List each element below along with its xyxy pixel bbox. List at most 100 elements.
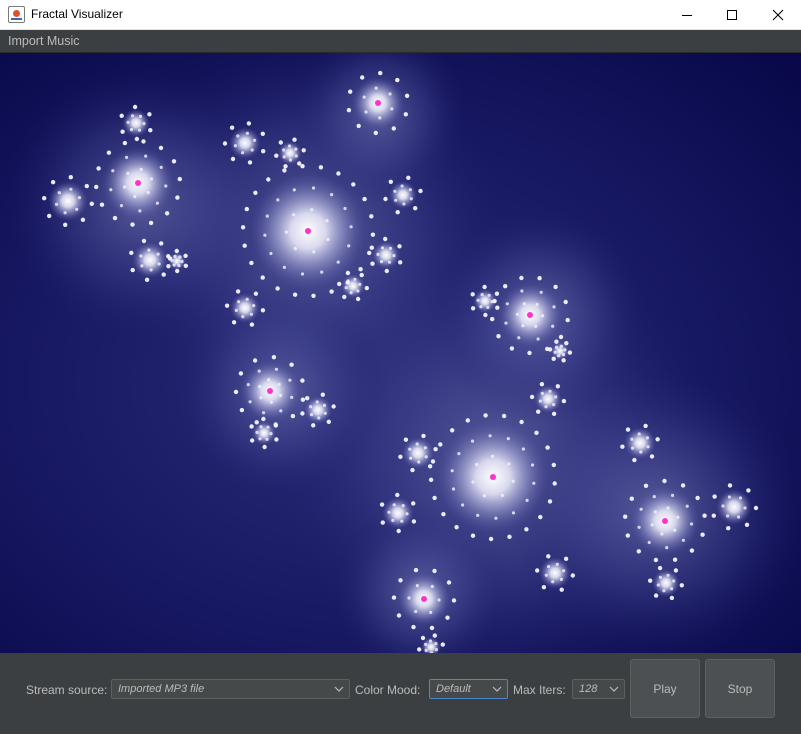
fractal-dot bbox=[511, 479, 515, 483]
fractal-dot bbox=[689, 522, 694, 526]
fractal-dot bbox=[312, 250, 316, 254]
max-iters-label: Max Iters: bbox=[513, 683, 566, 697]
fractal-dot bbox=[665, 546, 669, 550]
fractal-dot bbox=[545, 445, 550, 450]
fractal-dot bbox=[347, 244, 351, 248]
fractal-dot bbox=[470, 533, 476, 538]
fractal-dot bbox=[158, 145, 164, 151]
fractal-dot bbox=[392, 254, 396, 258]
fractal-dot bbox=[120, 129, 125, 134]
fractal-dot bbox=[417, 460, 421, 464]
fractal-dot bbox=[440, 642, 445, 647]
fractal-dot bbox=[685, 504, 689, 508]
fractal-dot bbox=[249, 312, 253, 316]
color-mood-select[interactable]: Default bbox=[429, 679, 508, 699]
fractal-dot bbox=[263, 233, 267, 237]
fractal-dot bbox=[80, 217, 86, 222]
fractal-dot bbox=[429, 625, 435, 631]
fractal-dot bbox=[148, 220, 154, 226]
fractal-dot bbox=[653, 593, 659, 598]
fractal-dot bbox=[519, 419, 524, 425]
fractal-dot bbox=[177, 264, 181, 268]
fractal-dot bbox=[69, 187, 73, 191]
fractal-dot bbox=[278, 393, 282, 398]
fractal-dot bbox=[438, 442, 443, 447]
fractal-dot bbox=[249, 322, 255, 327]
fractal-dot bbox=[284, 230, 288, 234]
fractal-dot bbox=[157, 262, 161, 266]
chevron-down-icon bbox=[609, 686, 619, 692]
fractal-dot bbox=[330, 193, 334, 197]
minimize-button[interactable] bbox=[664, 0, 710, 29]
fractal-dot bbox=[260, 308, 266, 313]
fractal-dot bbox=[636, 549, 641, 554]
fractal-core bbox=[135, 180, 141, 186]
max-iters-select[interactable]: 128 bbox=[572, 679, 625, 699]
fractal-dot bbox=[432, 633, 437, 638]
fractal-dot bbox=[645, 436, 650, 440]
fractal-dot bbox=[398, 578, 403, 583]
fractal-dot bbox=[630, 437, 634, 441]
fractal-dot bbox=[282, 155, 286, 159]
fractal-dot bbox=[133, 195, 137, 199]
fractal-dot bbox=[441, 512, 446, 517]
fractal-dot bbox=[643, 483, 649, 488]
fractal-dot bbox=[288, 378, 292, 382]
fractal-glow bbox=[716, 489, 752, 525]
close-button[interactable] bbox=[755, 0, 801, 29]
fractal-dot bbox=[646, 445, 650, 449]
fractal-dot bbox=[408, 447, 412, 451]
fractal-dot bbox=[265, 214, 269, 218]
fractal-dot bbox=[551, 462, 556, 468]
fractal-dot bbox=[364, 110, 368, 114]
fractal-dot bbox=[643, 423, 648, 429]
fractal-dot bbox=[430, 459, 436, 464]
close-icon bbox=[772, 9, 784, 20]
fractal-dot bbox=[414, 609, 418, 614]
fractal-dot bbox=[170, 258, 174, 263]
fractal-dot bbox=[670, 587, 674, 591]
fractal-dot bbox=[639, 507, 643, 511]
chevron-down-icon bbox=[492, 686, 502, 692]
control-panel: Stream source: Imported MP3 file Color M… bbox=[0, 653, 801, 734]
fractal-dot bbox=[130, 267, 135, 273]
fractal-dot bbox=[567, 350, 573, 355]
maximize-button[interactable] bbox=[709, 0, 755, 29]
fractal-dot bbox=[421, 433, 426, 439]
fractal-dot bbox=[109, 188, 113, 192]
maximize-icon bbox=[727, 9, 737, 20]
fractal-dot bbox=[551, 356, 556, 361]
fractal-dot bbox=[433, 447, 438, 452]
fractal-dot bbox=[547, 347, 553, 352]
fractal-dot bbox=[496, 334, 501, 339]
fractal-dot bbox=[267, 378, 271, 382]
fractal-dot bbox=[139, 167, 143, 171]
fractal-dot bbox=[505, 302, 509, 306]
fractal-dot bbox=[553, 350, 557, 354]
fractal-dot bbox=[672, 557, 678, 562]
fractal-dot bbox=[254, 420, 259, 425]
fractal-dot bbox=[554, 345, 559, 349]
fractal-dot bbox=[561, 398, 567, 404]
fractal-dot bbox=[309, 413, 314, 417]
fractal-dot bbox=[119, 113, 124, 118]
menu-import-music[interactable]: Import Music bbox=[8, 34, 80, 48]
fractal-dot bbox=[408, 188, 412, 192]
stop-button[interactable]: Stop bbox=[705, 659, 775, 718]
fractal-dot bbox=[546, 554, 551, 559]
fractal-dot bbox=[290, 395, 294, 399]
stream-source-select[interactable]: Imported MP3 file bbox=[111, 679, 350, 699]
fractal-dot bbox=[753, 505, 759, 511]
fractal-core bbox=[662, 518, 668, 524]
fractal-dot bbox=[246, 121, 252, 126]
fractal-dot bbox=[676, 515, 680, 519]
play-button[interactable]: Play bbox=[630, 659, 700, 718]
fractal-dot bbox=[320, 392, 325, 397]
fractal-dot bbox=[503, 284, 508, 289]
fractal-dot bbox=[637, 525, 641, 529]
fractal-dot bbox=[557, 354, 561, 358]
fractal-dot bbox=[139, 254, 143, 258]
fractal-dot bbox=[398, 454, 403, 459]
fractal-canvas[interactable] bbox=[0, 53, 801, 653]
fractal-dot bbox=[625, 533, 630, 538]
